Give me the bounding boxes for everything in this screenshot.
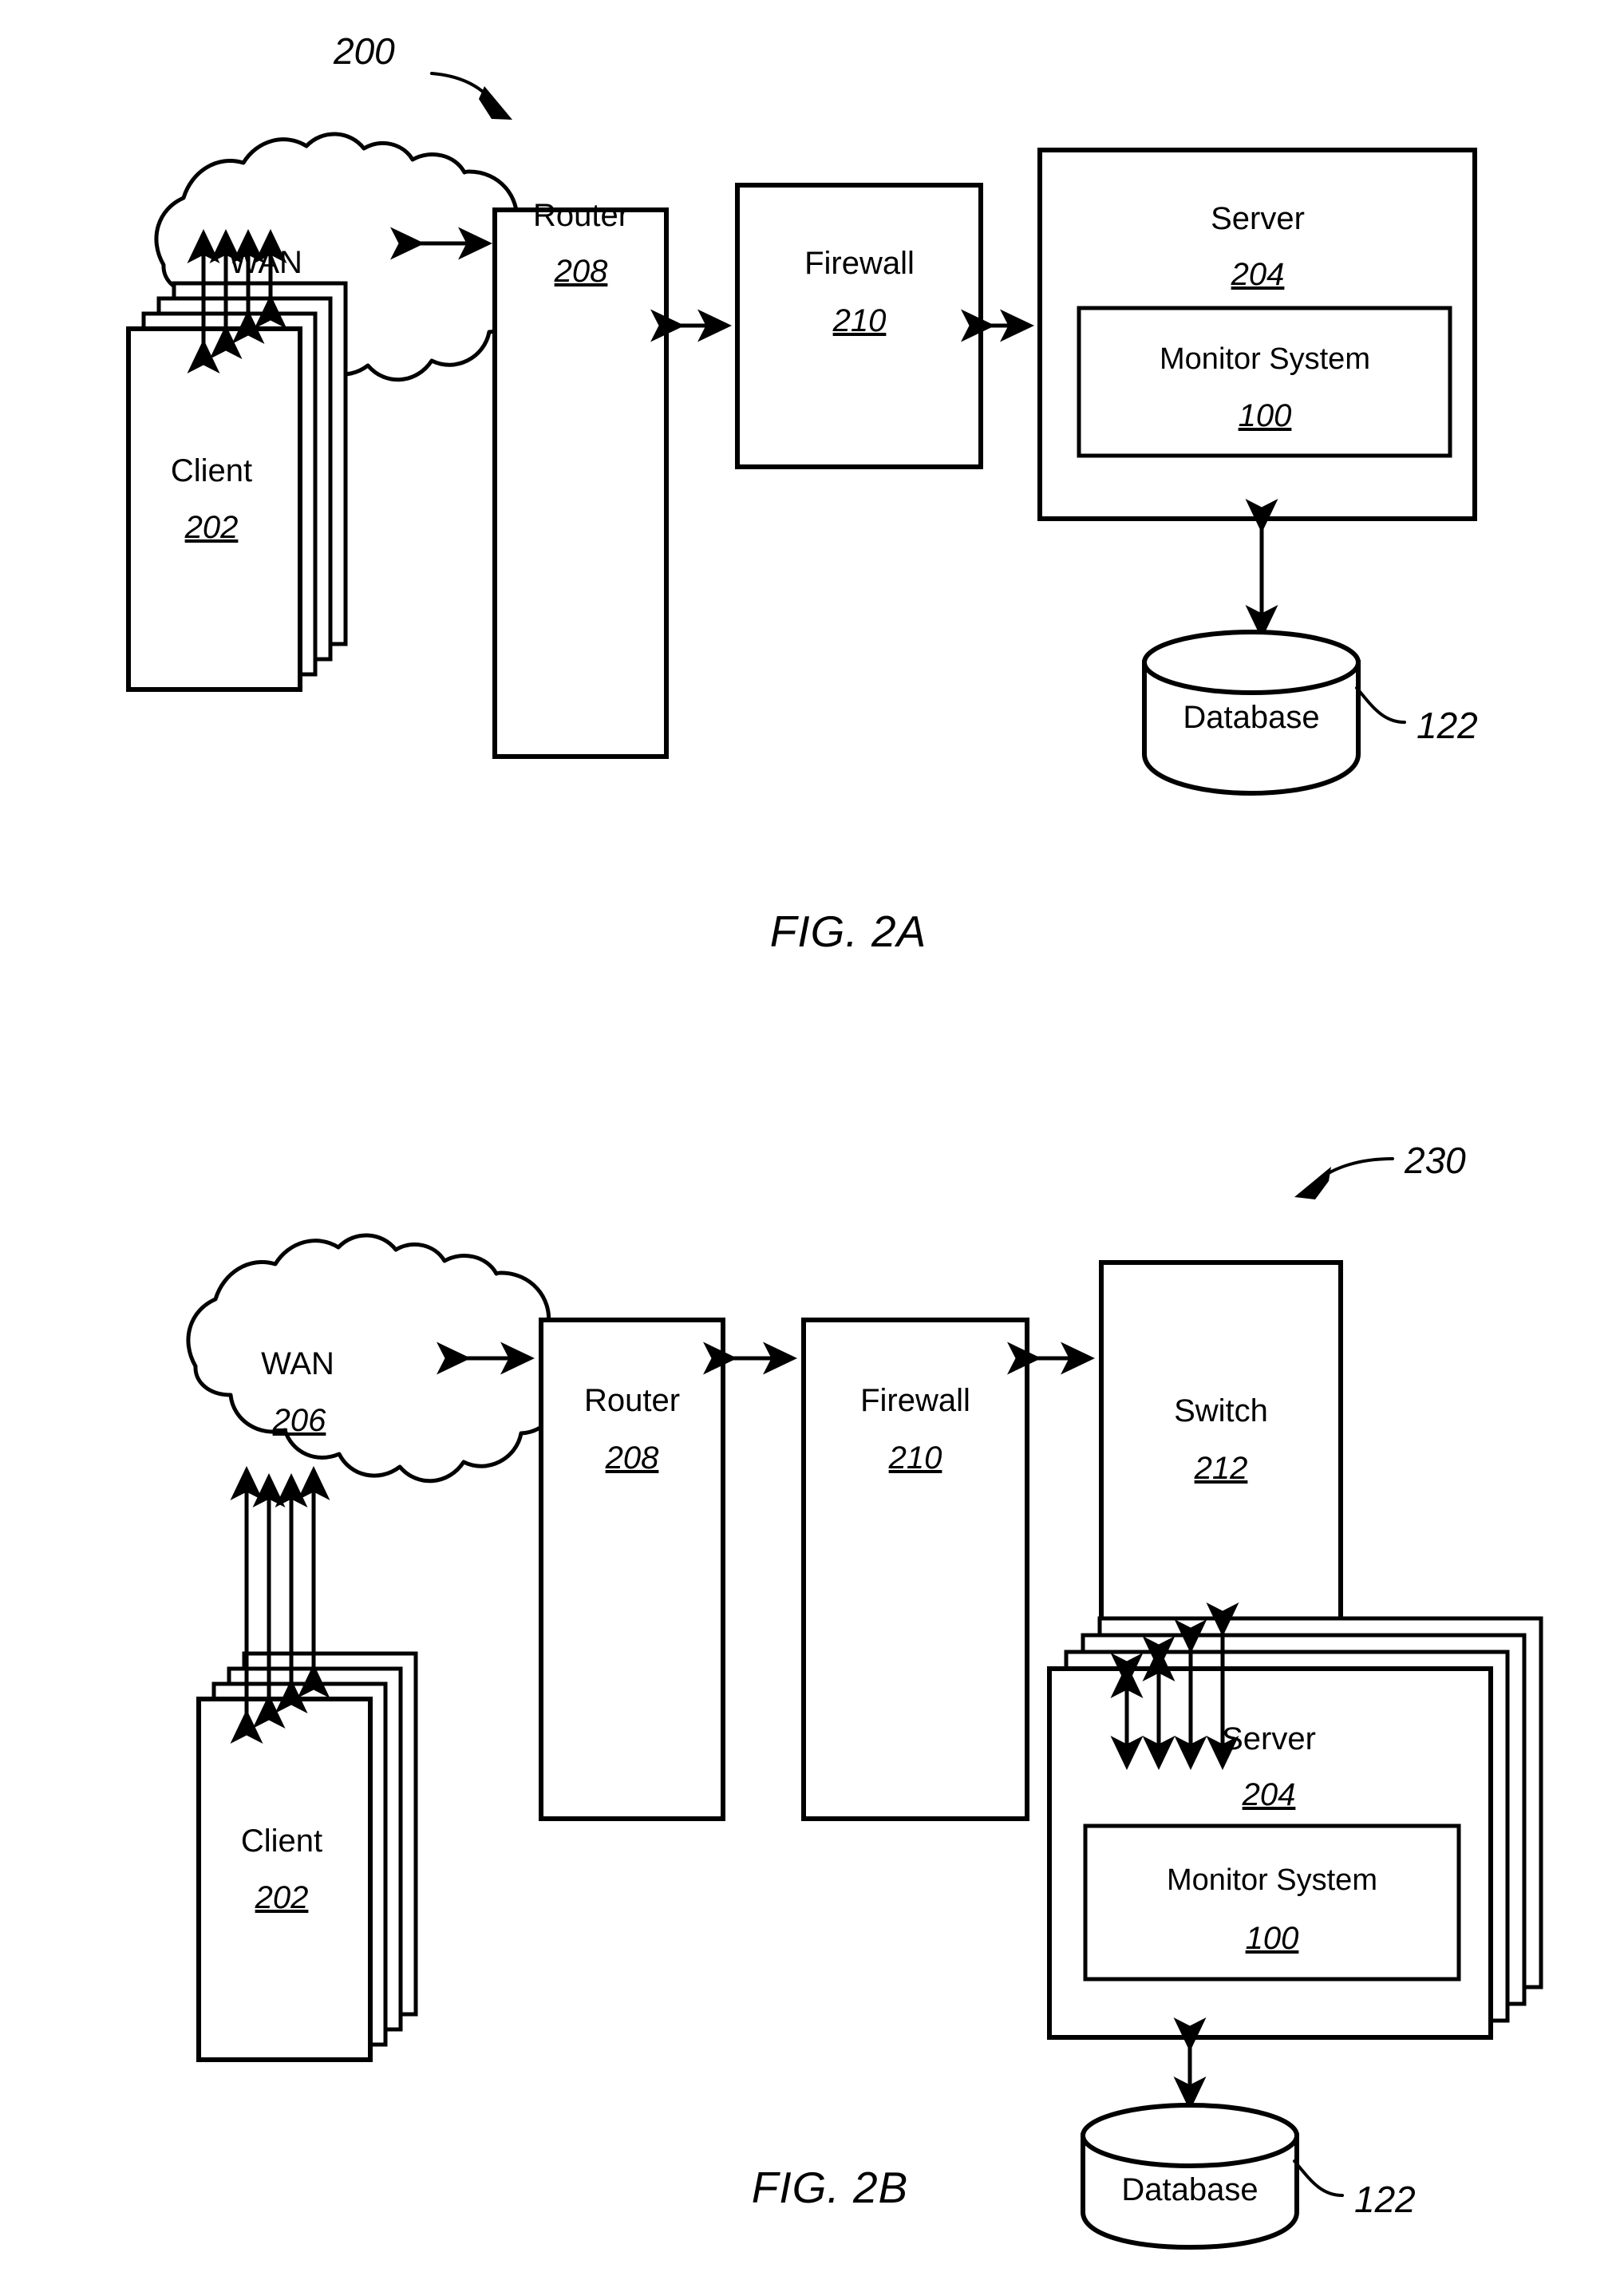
fig2a-node-monitor-system[interactable]: Monitor System 100	[1077, 306, 1452, 458]
monitor-system-number: 100	[1239, 398, 1292, 433]
firewall-number: 210	[832, 303, 887, 338]
firewall-label: Firewall	[804, 246, 915, 281]
firewall-label-2b: Firewall	[860, 1383, 970, 1418]
client-label: Client	[171, 453, 252, 488]
drawing-canvas: 200 WAN 206 Client 202	[126, 30, 1543, 2250]
database-leader-2b	[1293, 2159, 1344, 2197]
fig2b-node-database[interactable]: Database 122	[1081, 2103, 1416, 2250]
fig2b-node-firewall[interactable]: Firewall 210	[801, 1318, 1029, 1821]
fig2b-node-router[interactable]: Router 208	[539, 1318, 725, 1821]
monitor-system-number-2b: 100	[1246, 1921, 1299, 1956]
fig2b-ref-callout: 230	[1294, 1140, 1466, 1199]
database-number: 122	[1417, 705, 1478, 746]
fig-2a: 200 WAN 206 Client 202	[126, 30, 1478, 956]
database-label-2b: Database	[1121, 2172, 1258, 2207]
fig2a-caption: FIG. 2A	[770, 907, 927, 956]
client-sheet-front-2b	[196, 1697, 373, 2062]
monitor-system-box	[1077, 306, 1452, 458]
fig2a-node-router[interactable]: Router 208	[492, 198, 669, 759]
fig2b-ref-label: 230	[1404, 1140, 1466, 1181]
fig2b-ref-arrowhead	[1294, 1167, 1331, 1199]
server-label: Server	[1211, 201, 1305, 236]
fig2b-node-client[interactable]: Client 202	[196, 1651, 418, 2062]
database-top	[1142, 630, 1361, 695]
client-label-2b: Client	[241, 1824, 322, 1859]
monitor-system-box-2b	[1083, 1824, 1461, 1982]
fig2a-node-server[interactable]: Server 204 Monitor System 100	[1037, 148, 1477, 521]
router-label-2b: Router	[584, 1383, 680, 1418]
router-label: Router	[533, 198, 629, 233]
database-leader	[1355, 686, 1406, 724]
database-label: Database	[1183, 700, 1319, 735]
fig2a-node-database[interactable]: Database 122	[1142, 630, 1478, 796]
fig2b-node-server[interactable]: Server 204 Monitor System 100	[1047, 1616, 1543, 2040]
server-label-2b: Server	[1222, 1721, 1316, 1756]
fig-2b: 230 WAN 206 Client 202 Router 208 Firewa…	[186, 1140, 1543, 2250]
client-number-2b: 202	[255, 1880, 309, 1915]
monitor-system-label: Monitor System	[1160, 342, 1370, 376]
monitor-system-label-2b: Monitor System	[1167, 1863, 1377, 1897]
server-number-2b: 204	[1242, 1777, 1296, 1812]
wan-number-2b: 206	[272, 1403, 326, 1438]
fig2a-ref-arrowhead	[479, 86, 512, 120]
fig2a-node-client[interactable]: Client 202	[126, 281, 348, 692]
router-number: 208	[554, 254, 608, 289]
client-number: 202	[184, 510, 239, 545]
fig2b-node-monitor-system[interactable]: Monitor System 100	[1083, 1824, 1461, 1982]
fig2a-node-firewall[interactable]: Firewall 210	[735, 183, 983, 469]
server-number: 204	[1231, 257, 1285, 292]
fig2b-caption: FIG. 2B	[752, 2163, 909, 2212]
wan-label: WAN	[229, 245, 302, 280]
fig2a-ref-callout: 200	[333, 30, 512, 120]
client-sheet-front	[126, 326, 302, 692]
firewall-number-2b: 210	[888, 1440, 942, 1476]
database-top-2b	[1081, 2103, 1299, 2168]
switch-label: Switch	[1174, 1393, 1268, 1428]
router-number-2b: 208	[605, 1440, 659, 1476]
database-number-2b: 122	[1354, 2179, 1416, 2220]
router-box	[492, 207, 669, 759]
fig2a-ref-label: 200	[333, 30, 395, 72]
switch-number: 212	[1194, 1451, 1248, 1486]
wan-label-2b: WAN	[261, 1346, 334, 1381]
patent-drawing-sheet: 200 WAN 206 Client 202	[0, 0, 1624, 2272]
